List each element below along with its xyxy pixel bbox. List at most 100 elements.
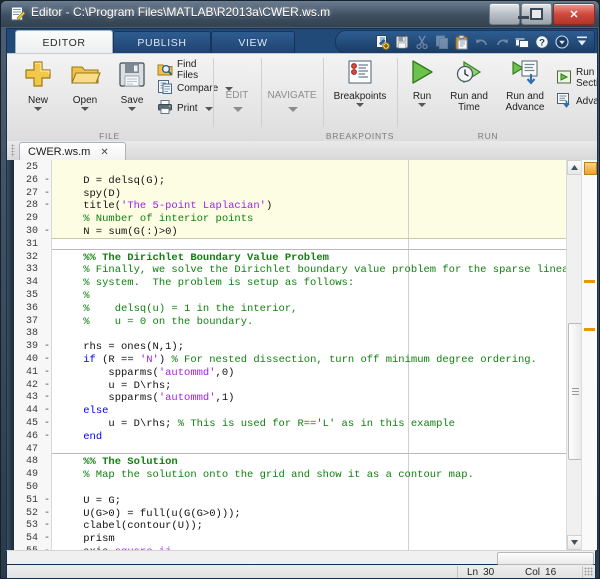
document-tab-cwer[interactable]: CWER.ws.m ✕ (19, 142, 126, 161)
resize-grip[interactable] (584, 567, 593, 576)
navigate-group-label: NAVIGATE (262, 90, 322, 101)
edit-dropdown-caret[interactable] (233, 107, 243, 112)
customize-dropdown-icon[interactable] (552, 32, 571, 51)
code-line[interactable]: U(G>0) = full(u(G(G>0))); (58, 508, 241, 520)
code-line[interactable]: end (58, 431, 102, 443)
paste-icon[interactable] (452, 32, 471, 51)
code-line[interactable]: u = D\rhs; % This is used for R=='L' as … (58, 418, 455, 430)
save-button[interactable]: Save (109, 58, 155, 111)
switch-window-icon[interactable] (512, 32, 531, 51)
code-line[interactable]: % system. The problem is setup as follow… (58, 277, 354, 289)
tab-editor[interactable]: EDITOR (15, 30, 113, 54)
hscrollbar-thumb[interactable] (497, 552, 594, 565)
executable-line-marker[interactable]: - (44, 354, 50, 365)
code-line[interactable]: clabel(contour(U)); (58, 520, 203, 532)
executable-line-marker[interactable]: - (44, 200, 50, 211)
run-and-advance-button[interactable]: Run and Advance (496, 58, 554, 113)
navigate-dropdown-caret[interactable] (288, 107, 298, 112)
code-line[interactable]: % delsq(u) = 1 in the interior, (58, 303, 297, 315)
print-label: Print (177, 103, 198, 114)
executable-line-marker[interactable]: - (44, 367, 50, 378)
cut-icon (412, 32, 431, 51)
find-files-button[interactable]: Find Files (157, 59, 212, 81)
executable-line-marker[interactable]: - (44, 392, 50, 403)
advance-button[interactable]: Advance (556, 92, 597, 111)
horizontal-scrollbar[interactable] (6, 550, 596, 565)
ribbon-group-edit[interactable]: EDIT (214, 54, 260, 142)
executable-line-marker[interactable]: - (44, 508, 50, 519)
code-line[interactable]: u = D\rhs; (58, 380, 171, 392)
run-dropdown-caret[interactable] (418, 103, 426, 107)
group-label-file: FILE (7, 131, 212, 141)
code-line[interactable]: % Map the solution onto the grid and sho… (58, 469, 474, 481)
new-script-icon[interactable] (372, 32, 391, 51)
breakpoints-button[interactable]: Breakpoints (326, 58, 394, 107)
executable-line-marker[interactable]: - (44, 495, 50, 506)
minimize-button[interactable] (489, 3, 520, 25)
executable-line-marker[interactable]: - (44, 533, 50, 544)
executable-line-marker[interactable]: - (44, 175, 50, 186)
vertical-scrollbar[interactable] (566, 160, 582, 550)
tab-view[interactable]: VIEW (211, 31, 295, 54)
advance-icon (556, 92, 572, 111)
open-button[interactable]: Open (62, 58, 108, 111)
executable-line-marker[interactable]: - (44, 431, 50, 442)
code-line[interactable]: % u = 0 on the boundary. (58, 316, 253, 328)
line-number: 43 (14, 392, 38, 403)
print-button[interactable]: Print (157, 99, 213, 118)
code-line[interactable]: %% The Solution (58, 456, 178, 468)
line-number: 44 (14, 405, 38, 416)
run-and-time-button[interactable]: Run and Time (442, 58, 496, 113)
new-button[interactable]: New (15, 58, 61, 111)
code-line[interactable]: if (R == 'N') % For nested dissection, t… (58, 354, 537, 366)
close-button[interactable]: ✕ (553, 3, 595, 25)
code-line[interactable]: %% The Dirichlet Boundary Value Problem (58, 252, 329, 264)
scroll-up-arrow[interactable] (567, 160, 582, 175)
analyzer-warning-mark[interactable] (584, 280, 595, 283)
executable-line-marker[interactable]: - (44, 520, 50, 531)
help-icon[interactable]: ? (532, 32, 551, 51)
executable-line-marker[interactable]: - (44, 188, 50, 199)
code-line[interactable]: D = delsq(G); (58, 175, 165, 187)
executable-line-marker[interactable]: - (44, 380, 50, 391)
code-line[interactable]: % Finally, we solve the Dirichlet bounda… (58, 264, 575, 276)
tab-publish[interactable]: PUBLISH (113, 31, 211, 54)
line-number: 52 (14, 508, 38, 519)
code-line[interactable]: else (58, 405, 108, 417)
code-line[interactable]: title('The 5-point Laplacian') (58, 200, 272, 212)
code-analyzer-strip[interactable] (581, 160, 597, 550)
breakpoints-dropdown-caret[interactable] (356, 103, 364, 107)
close-icon[interactable]: ✕ (100, 147, 108, 158)
code-line[interactable]: rhs = ones(N,1); (58, 341, 184, 353)
run-button[interactable]: Run (402, 58, 442, 107)
code-line[interactable]: prism (58, 533, 115, 545)
ribbon-group-navigate[interactable]: NAVIGATE (262, 54, 322, 142)
svg-text:?: ? (539, 37, 545, 48)
code-line[interactable]: spy(D) (58, 188, 121, 200)
code-line[interactable]: % (58, 290, 90, 302)
analyzer-warning-mark[interactable] (584, 328, 595, 331)
code-editor[interactable]: 2526-27-28-2930-313233343536373839-40-41… (6, 160, 598, 551)
code-line[interactable]: N = sum(G(:)>0) (58, 226, 178, 238)
print-dropdown-caret[interactable] (205, 107, 213, 111)
executable-line-marker[interactable]: - (44, 226, 50, 237)
code-text-area[interactable]: D = delsq(G); spy(D) title('The 5-point … (52, 160, 567, 550)
run-and-advance-icon (496, 58, 554, 89)
save-icon[interactable] (392, 32, 411, 51)
scroll-down-arrow[interactable] (567, 535, 582, 550)
save-dropdown-caret[interactable] (128, 107, 136, 111)
open-dropdown-caret[interactable] (81, 107, 89, 111)
analyzer-status-indicator[interactable] (584, 162, 597, 175)
code-line[interactable]: spparms('autommd',0) (58, 367, 234, 379)
code-line[interactable]: spparms('autommd',1) (58, 392, 234, 404)
maximize-button[interactable] (521, 3, 552, 25)
run-section-button[interactable]: Run Section (556, 67, 597, 89)
code-line[interactable]: U = G; (58, 495, 121, 507)
new-dropdown-caret[interactable] (34, 107, 42, 111)
code-line[interactable]: % Number of interior points (58, 213, 253, 225)
executable-line-marker[interactable]: - (44, 405, 50, 416)
executable-line-marker[interactable]: - (44, 418, 50, 429)
minimize-ribbon-icon[interactable] (572, 32, 591, 51)
executable-line-marker[interactable]: - (44, 341, 50, 352)
tab-bar-grip[interactable] (11, 144, 15, 157)
